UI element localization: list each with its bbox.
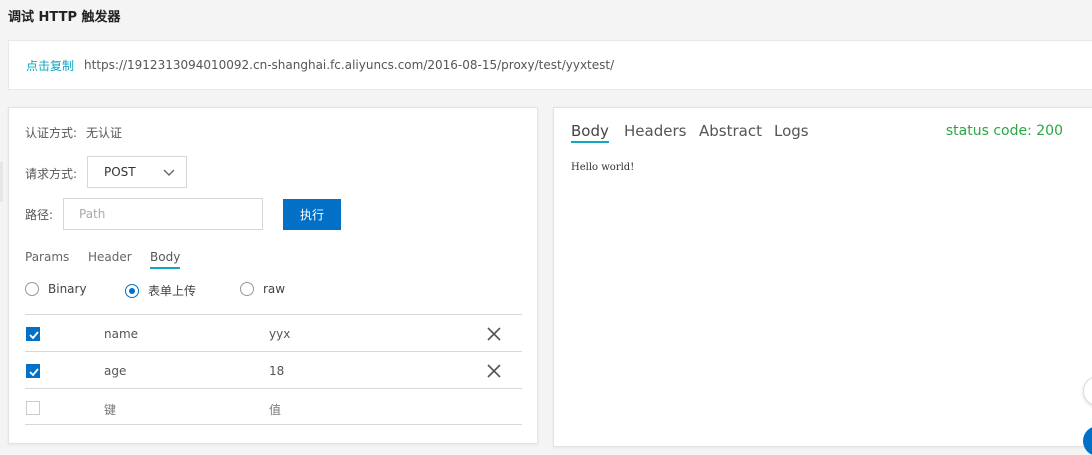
tab-body[interactable]: Body	[150, 250, 181, 269]
row-checkbox[interactable]	[26, 401, 40, 415]
check-icon	[29, 368, 39, 377]
response-body: Hello world!	[571, 162, 635, 173]
table-row: name yyx	[25, 314, 522, 351]
tab-response-abstract[interactable]: Abstract	[699, 122, 762, 141]
radio-circle	[240, 282, 254, 296]
tab-response-headers[interactable]: Headers	[624, 122, 686, 141]
radio-raw[interactable]: raw	[240, 282, 285, 296]
row-key-placeholder[interactable]: 键	[104, 401, 116, 418]
page-title: 调试 HTTP 触发器	[8, 10, 121, 25]
auth-label: 认证方式:	[25, 126, 78, 140]
response-panel: Body Headers Abstract Logs status code: …	[553, 107, 1092, 447]
row-checkbox[interactable]	[26, 364, 40, 378]
run-button[interactable]: 执行	[283, 199, 341, 230]
status-code: status code: 200	[945, 123, 1063, 139]
method-value: POST	[104, 165, 136, 179]
table-row: 键 值	[25, 388, 522, 425]
check-icon	[29, 331, 39, 340]
method-label: 请求方式:	[25, 167, 78, 181]
request-panel: 认证方式: 无认证 请求方式: POST 路径: 执行 Params Heade…	[8, 107, 538, 444]
row-key[interactable]: age	[104, 364, 126, 378]
row-value[interactable]: yyx	[269, 327, 290, 341]
table-row: age 18	[25, 351, 522, 388]
tab-response-logs[interactable]: Logs	[774, 122, 809, 141]
radio-circle	[25, 282, 39, 296]
tab-header[interactable]: Header	[88, 250, 132, 267]
path-label: 路径:	[25, 208, 54, 222]
row-key[interactable]: name	[104, 327, 138, 341]
tab-params[interactable]: Params	[25, 250, 69, 267]
form-table: name yyx age 18 键 值	[25, 314, 522, 425]
close-icon[interactable]	[486, 326, 502, 342]
auth-value: 无认证	[86, 126, 123, 140]
tab-response-body[interactable]: Body	[571, 122, 609, 143]
close-icon[interactable]	[486, 363, 502, 379]
radio-binary[interactable]: Binary	[25, 282, 87, 296]
trigger-url: https://1912313094010092.cn-shanghai.fc.…	[84, 58, 615, 72]
radio-label: Binary	[48, 282, 87, 296]
url-card: 点击复制 https://1912313094010092.cn-shangha…	[8, 40, 1092, 90]
method-select[interactable]: POST	[87, 156, 187, 188]
path-input[interactable]	[63, 198, 263, 230]
chevron-down-icon	[163, 169, 175, 176]
radio-circle	[125, 283, 139, 298]
row-value[interactable]: 18	[269, 364, 284, 378]
row-checkbox[interactable]	[26, 327, 40, 341]
radio-label: 表单上传	[148, 284, 197, 298]
left-edge-handle	[0, 162, 3, 202]
radio-form-upload[interactable]: 表单上传	[125, 282, 196, 299]
copy-url-link[interactable]: 点击复制	[26, 57, 74, 74]
radio-label: raw	[263, 282, 286, 296]
row-value-placeholder[interactable]: 值	[269, 401, 281, 418]
